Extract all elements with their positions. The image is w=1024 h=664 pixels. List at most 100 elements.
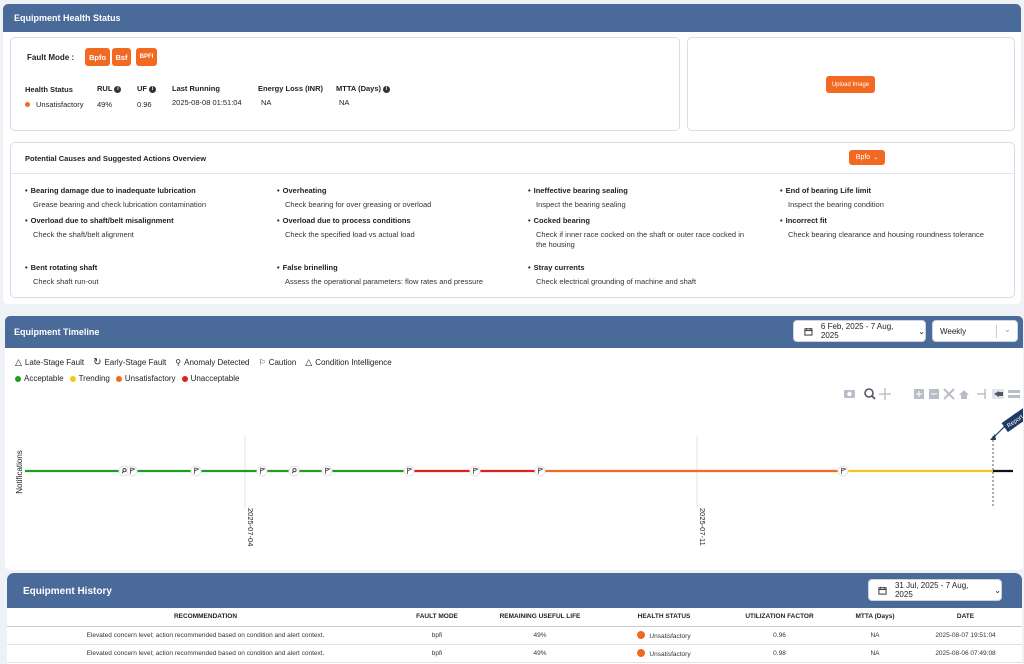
report-flag[interactable]: Report [990, 405, 1023, 506]
zoom-icon[interactable] [864, 388, 876, 400]
info-icon[interactable]: i [383, 86, 390, 93]
info-icon[interactable]: i [114, 86, 122, 93]
anomaly-marker[interactable] [288, 465, 300, 477]
health-status-label: Health Status [25, 85, 73, 94]
timeline-period-select[interactable]: Weekly ⌄ [932, 320, 1018, 342]
timeline-legend-types: △ Late-Stage Fault ↻ Early-Stage Fault ⚲… [15, 357, 392, 368]
cause-title: End of bearing Life limit [780, 186, 1005, 195]
cause-action: Check electrical grounding of machine an… [536, 277, 697, 286]
zoom-in-icon[interactable] [914, 389, 924, 399]
fault-mode-label: Fault Mode : [27, 53, 75, 62]
mtta-value: NA [339, 98, 350, 107]
history-date-range[interactable]: 31 Jul, 2025 - 7 Aug, 2025 ⌄ [868, 579, 1002, 601]
cell-fault-mode: bpfi [404, 626, 470, 645]
zoom-out-icon[interactable] [929, 389, 939, 399]
late-stage-fault-icon: △ [15, 357, 22, 367]
causes-fault-selector[interactable]: Bpfo ⌄ [849, 150, 885, 165]
cause-item: False brinelling Assess the operational p… [277, 263, 502, 287]
caution-marker[interactable] [534, 465, 546, 477]
col-fault-mode[interactable]: FAULT MODE [404, 608, 470, 627]
autoscale-icon[interactable] [943, 388, 955, 400]
table-row[interactable]: Elevated concern level; action recommend… [7, 644, 1022, 663]
fault-mode-bsf[interactable]: Bsf [112, 48, 131, 66]
health-status-value: Unsatisfactory [25, 100, 84, 109]
legend-anomaly[interactable]: Anomaly Detected [184, 358, 249, 367]
hover-compare-icon[interactable] [1008, 390, 1020, 398]
x-tick-label: 2025-07-04 [246, 508, 255, 546]
legend-early-stage[interactable]: Early-Stage Fault [104, 358, 166, 367]
cause-item: Stray currents Check electrical grounding… [528, 263, 753, 287]
cause-title: Overload due to shaft/belt misalignment [25, 216, 250, 225]
info-icon[interactable]: i [149, 86, 156, 93]
legend-condition[interactable]: Condition Intelligence [315, 358, 392, 367]
timeline-date-range[interactable]: 6 Feb, 2025 - 7 Aug, 2025 ⌄ [793, 320, 926, 342]
col-utilization[interactable]: UTILIZATION FACTOR [718, 608, 841, 627]
caution-marker[interactable] [321, 465, 333, 477]
status-dot [637, 630, 646, 639]
col-health-status[interactable]: HEALTH STATUS [610, 608, 718, 627]
spike-lines-icon[interactable] [977, 389, 986, 399]
fault-mode-bpfo[interactable]: Bpfo [85, 48, 110, 66]
cause-action: Check shaft run-out [33, 277, 99, 286]
home-icon[interactable] [959, 390, 969, 399]
caution-marker[interactable] [126, 465, 138, 477]
cause-action: Check the specified load vs actual load [285, 230, 415, 239]
mtta-label: MTTA (Days) i [336, 84, 390, 93]
table-row[interactable]: Elevated concern level; action recommend… [7, 626, 1022, 645]
pan-icon[interactable] [879, 388, 891, 400]
chevron-down-icon: ⌄ [994, 585, 1001, 595]
hover-closest-icon[interactable] [992, 389, 1004, 399]
fault-mode-bpfi[interactable]: BPFI [136, 48, 157, 66]
search-icon: ⚲ [175, 358, 182, 367]
cause-item: Overload due to process conditions Check … [277, 216, 502, 240]
recycle-icon: △ [305, 357, 313, 367]
cause-item: Overheating Check bearing for over greasi… [277, 186, 502, 210]
select-divider [996, 325, 997, 338]
col-mtta[interactable]: MTTA (Days) [841, 608, 909, 627]
acceptable-dot [15, 375, 21, 382]
cause-item: Bearing damage due to inadequate lubrica… [25, 186, 250, 210]
cell-health-status: Unsatisfactory [610, 626, 718, 645]
cause-action: Inspect the bearing condition [788, 200, 884, 209]
cell-health-text: Unsatisfactory [649, 632, 691, 640]
cause-item: Overload due to shaft/belt misalignment C… [25, 216, 250, 240]
health-status-text: Unsatisfactory [36, 100, 84, 109]
health-panel-title: Equipment Health Status [14, 13, 121, 23]
cell-utilization: 0.96 [718, 626, 841, 645]
col-rul[interactable]: REMAINING USEFUL LIFE [470, 608, 610, 627]
last-running-value: 2025-08-08 01:51:04 [172, 98, 242, 107]
legend-trending[interactable]: Trending [79, 374, 110, 383]
flag-icon: ⚐ [258, 358, 266, 367]
camera-icon[interactable] [844, 390, 855, 398]
legend-acceptable[interactable]: Acceptable [24, 374, 64, 383]
trending-dot [69, 375, 76, 382]
cause-action: Assess the operational parameters: flow … [285, 277, 484, 286]
cell-mtta: NA [841, 626, 909, 645]
cause-item: Incorrect fit Check bearing clearance and… [780, 216, 1005, 240]
caution-marker[interactable] [837, 465, 849, 477]
cause-title: Overload due to process conditions [277, 216, 502, 225]
rul-label-text: RUL [97, 84, 113, 93]
caution-marker[interactable] [190, 465, 202, 477]
causes-divider [11, 173, 1014, 174]
cause-title: Cocked bearing [528, 216, 753, 225]
upload-image-button[interactable]: Upload Image [826, 76, 875, 93]
cause-action: Grease bearing and check lubrication con… [33, 200, 207, 209]
legend-unacceptable[interactable]: Unacceptable [191, 374, 240, 383]
legend-late-stage[interactable]: Late-Stage Fault [25, 358, 84, 367]
cause-item: End of bearing Life limit Inspect the bea… [780, 186, 1005, 210]
rul-value: 49% [97, 100, 113, 109]
cell-recommendation: Elevated concern level; action recommend… [7, 644, 404, 663]
caution-marker[interactable] [403, 465, 415, 477]
timeline-chart: Notifications 2025-07-04 2025-07-11 Repor… [15, 405, 1023, 546]
unacceptable-dot [181, 375, 188, 382]
caution-marker[interactable] [469, 465, 481, 477]
legend-unsatisfactory[interactable]: Unsatisfactory [125, 374, 176, 383]
col-date[interactable]: DATE [909, 608, 1022, 627]
timeline-date-text: 6 Feb, 2025 - 7 Aug, 2025 [820, 322, 894, 340]
caution-marker[interactable] [256, 465, 268, 477]
cause-title: Bent rotating shaft [25, 263, 250, 272]
col-recommendation[interactable]: RECOMMENDATION [7, 608, 404, 627]
legend-caution[interactable]: Caution [269, 358, 297, 367]
causes-selector-label: Bpfo [855, 154, 871, 161]
